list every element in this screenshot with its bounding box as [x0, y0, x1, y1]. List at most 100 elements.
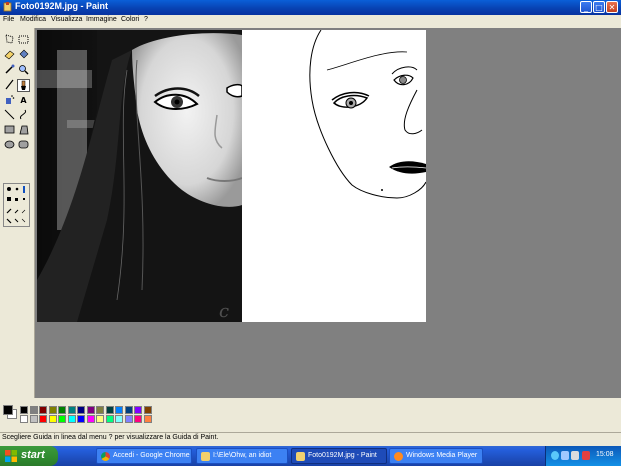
palette-swatch[interactable] [48, 406, 57, 414]
folder-icon [201, 452, 210, 461]
palette-swatch[interactable] [134, 415, 142, 423]
brush-icon [21, 80, 26, 90]
close-icon: ✕ [608, 3, 616, 12]
airbrush-icon [6, 95, 15, 104]
text-icon: A [20, 96, 27, 105]
eraser-tool[interactable] [3, 49, 16, 62]
taskbar: start Accedi - Google Chrome I:\Ele\Ohw,… [0, 446, 621, 466]
task-label: I:\Ele\Ohw, an idiot [213, 452, 272, 459]
palette-swatch[interactable] [39, 406, 47, 414]
palette-swatch[interactable] [86, 406, 95, 414]
system-tray: 15:08 [545, 446, 621, 466]
menu-file[interactable]: File [3, 16, 14, 23]
palette-swatch[interactable] [67, 406, 76, 414]
rectangle-tool[interactable] [3, 124, 16, 137]
menu-colori[interactable]: Colori [121, 16, 139, 23]
palette-swatch[interactable] [115, 406, 123, 414]
windows-flag-icon [5, 450, 17, 462]
current-colors[interactable] [2, 404, 18, 420]
chrome-icon [101, 452, 110, 461]
rounded-rect-icon [18, 140, 29, 149]
palette-swatch[interactable] [48, 415, 57, 423]
paint-app-icon [3, 2, 12, 12]
ellipse-icon [4, 140, 15, 149]
curve-tool[interactable] [17, 109, 30, 122]
palette-swatch[interactable] [124, 406, 133, 414]
palette-swatch[interactable] [77, 415, 85, 423]
palette-swatch[interactable] [39, 415, 47, 423]
palette-swatch[interactable] [124, 415, 133, 423]
text-tool[interactable]: A [17, 94, 30, 107]
task-paint[interactable]: Foto0192M.jpg - Paint [291, 448, 387, 464]
palette-swatch[interactable] [29, 415, 38, 423]
eraser-icon [4, 50, 15, 60]
status-bar: Scegliere Guida in linea dal menu ? per … [0, 432, 621, 446]
tray-sync-icon[interactable] [551, 451, 559, 460]
palette-swatch[interactable] [143, 406, 152, 414]
palette-swatch[interactable] [115, 415, 123, 423]
palette-swatch[interactable] [58, 415, 66, 423]
minimize-button[interactable]: _ [580, 1, 592, 13]
magnifier-tool[interactable] [17, 64, 30, 77]
title-bar[interactable]: Foto0192M.jpg - Paint _ □ ✕ [0, 0, 621, 15]
curve-icon [19, 109, 27, 120]
start-button[interactable]: start [0, 446, 58, 466]
ellipse-tool[interactable] [3, 139, 16, 152]
palette-swatch[interactable] [20, 406, 28, 414]
line-icon [4, 109, 15, 120]
fill-tool[interactable] [17, 49, 30, 62]
palette-swatch[interactable] [29, 406, 38, 414]
palette-swatch[interactable] [86, 415, 95, 423]
free-select-icon [5, 34, 14, 44]
palette-swatch[interactable] [143, 415, 152, 423]
palette-swatch[interactable] [20, 415, 28, 423]
media-player-icon [394, 452, 403, 461]
palette-swatch[interactable] [58, 406, 66, 414]
menu-help[interactable]: ? [144, 16, 148, 23]
fill-icon [19, 49, 29, 59]
start-label: start [21, 449, 45, 461]
free-select-tool[interactable] [3, 34, 16, 47]
palette-swatch[interactable] [67, 415, 76, 423]
clock: 15:08 [596, 451, 614, 458]
airbrush-tool[interactable] [3, 94, 16, 107]
foreground-color-swatch [3, 405, 13, 415]
pencil-icon [5, 79, 14, 90]
paint-icon [296, 452, 305, 461]
palette-swatch[interactable] [77, 406, 85, 414]
rect-select-tool[interactable] [17, 34, 30, 47]
polygon-tool[interactable] [17, 124, 30, 137]
tray-volume-icon[interactable] [571, 451, 579, 460]
palette-swatch[interactable] [134, 406, 142, 414]
menu-modifica[interactable]: Modifica [20, 16, 46, 23]
rounded-rect-tool[interactable] [17, 139, 30, 152]
toolbox: A [0, 28, 35, 398]
brush-tool[interactable] [17, 79, 30, 92]
magnifier-icon [19, 65, 29, 75]
status-text: Scegliere Guida in linea dal menu ? per … [2, 434, 219, 441]
window-title: Foto0192M.jpg - Paint [15, 1, 109, 11]
task-label: Accedi - Google Chrome [113, 452, 190, 459]
task-folder[interactable]: I:\Ele\Ohw, an idiot [196, 448, 288, 464]
minimize-icon: _ [584, 3, 588, 12]
maximize-icon: □ [595, 3, 603, 12]
svg-text:c: c [219, 301, 229, 322]
maximize-button[interactable]: □ [593, 1, 605, 13]
menu-immagine[interactable]: Immagine [86, 16, 117, 23]
palette-swatch[interactable] [105, 406, 114, 414]
close-button[interactable]: ✕ [606, 1, 618, 13]
color-picker-tool[interactable] [3, 64, 16, 77]
color-picker-icon [5, 64, 15, 74]
task-media-player[interactable]: Windows Media Player [389, 448, 483, 464]
palette-swatch[interactable] [96, 415, 104, 423]
palette-swatch[interactable] [105, 415, 114, 423]
pencil-tool[interactable] [3, 79, 16, 92]
task-chrome[interactable]: Accedi - Google Chrome [96, 448, 192, 464]
tool-options[interactable] [3, 183, 30, 227]
tray-shield-icon[interactable] [582, 451, 590, 460]
palette-swatch[interactable] [96, 406, 104, 414]
menu-visualizza[interactable]: Visualizza [51, 16, 82, 23]
line-tool[interactable] [3, 109, 16, 122]
drawing-canvas[interactable]: c [37, 30, 426, 322]
tray-network-icon[interactable] [561, 451, 569, 460]
